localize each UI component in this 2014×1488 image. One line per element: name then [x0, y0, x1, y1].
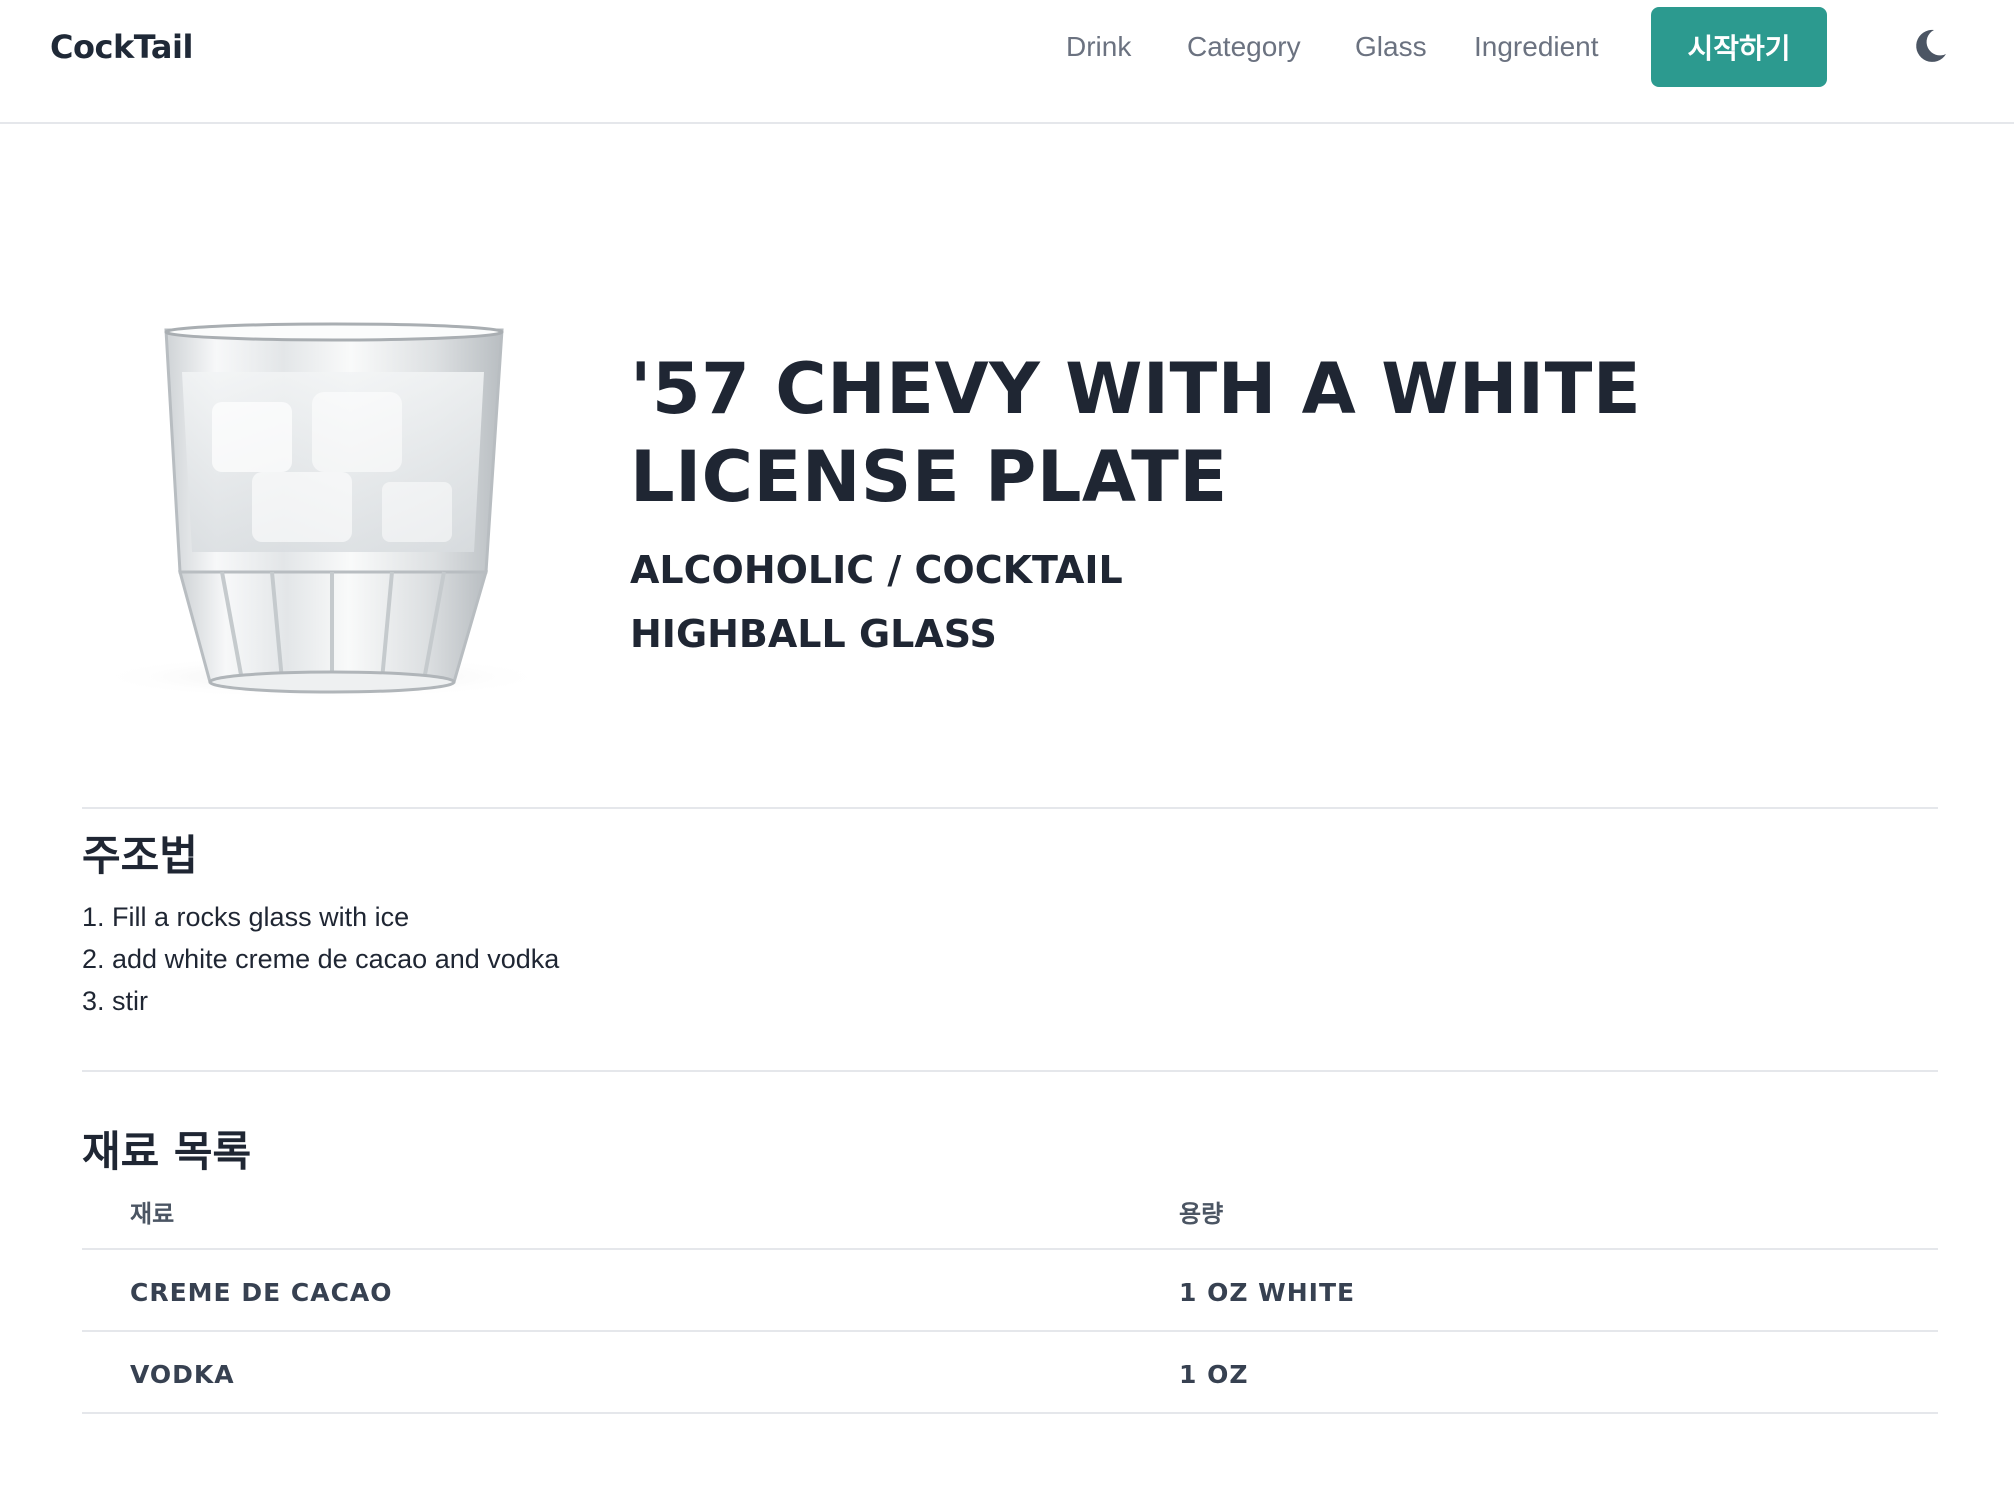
nav-link-drink[interactable]: Drink	[1066, 31, 1131, 63]
moon-icon[interactable]	[1910, 26, 1950, 66]
table-row-divider	[82, 1248, 1938, 1250]
drink-glass: HIGHBALL GLASS	[630, 612, 997, 656]
recipe-step: 3. stir	[82, 986, 149, 1016]
table-row-divider	[82, 1330, 1938, 1332]
section-divider	[82, 807, 1938, 809]
section-divider	[82, 1070, 1938, 1072]
nav-link-ingredient[interactable]: Ingredient	[1474, 31, 1599, 63]
table-cell-ingredient: CREME DE CACAO	[130, 1278, 393, 1307]
table-header-amount: 용량	[1179, 1200, 1224, 1228]
recipe-step: 1. Fill a rocks glass with ice	[82, 902, 410, 932]
start-button[interactable]: 시작하기	[1651, 7, 1827, 87]
recipe-step: 2. add white creme de cacao and vodka	[82, 944, 560, 974]
table-cell-amount: 1 OZ WHITE	[1179, 1278, 1356, 1307]
nav-link-glass[interactable]: Glass	[1355, 31, 1427, 63]
brand-logo[interactable]: CockTail	[50, 28, 193, 66]
table-cell-ingredient: VODKA	[130, 1360, 235, 1389]
drink-image	[82, 322, 582, 702]
table-row-divider	[82, 1412, 1938, 1414]
drink-category: ALCOHOLIC / COCKTAIL	[630, 548, 1123, 592]
drink-title: '57 CHEVY WITH A WHITE LICENSE PLATE	[630, 348, 1642, 518]
recipe-title: 주조법	[82, 831, 198, 880]
navbar: CockTail Drink Category Glass Ingredient…	[0, 0, 2014, 124]
nav-link-category[interactable]: Category	[1187, 31, 1301, 63]
table-cell-amount: 1 OZ	[1179, 1360, 1249, 1389]
ingredients-title: 재료 목록	[82, 1127, 252, 1176]
table-header-ingredient: 재료	[130, 1200, 175, 1228]
